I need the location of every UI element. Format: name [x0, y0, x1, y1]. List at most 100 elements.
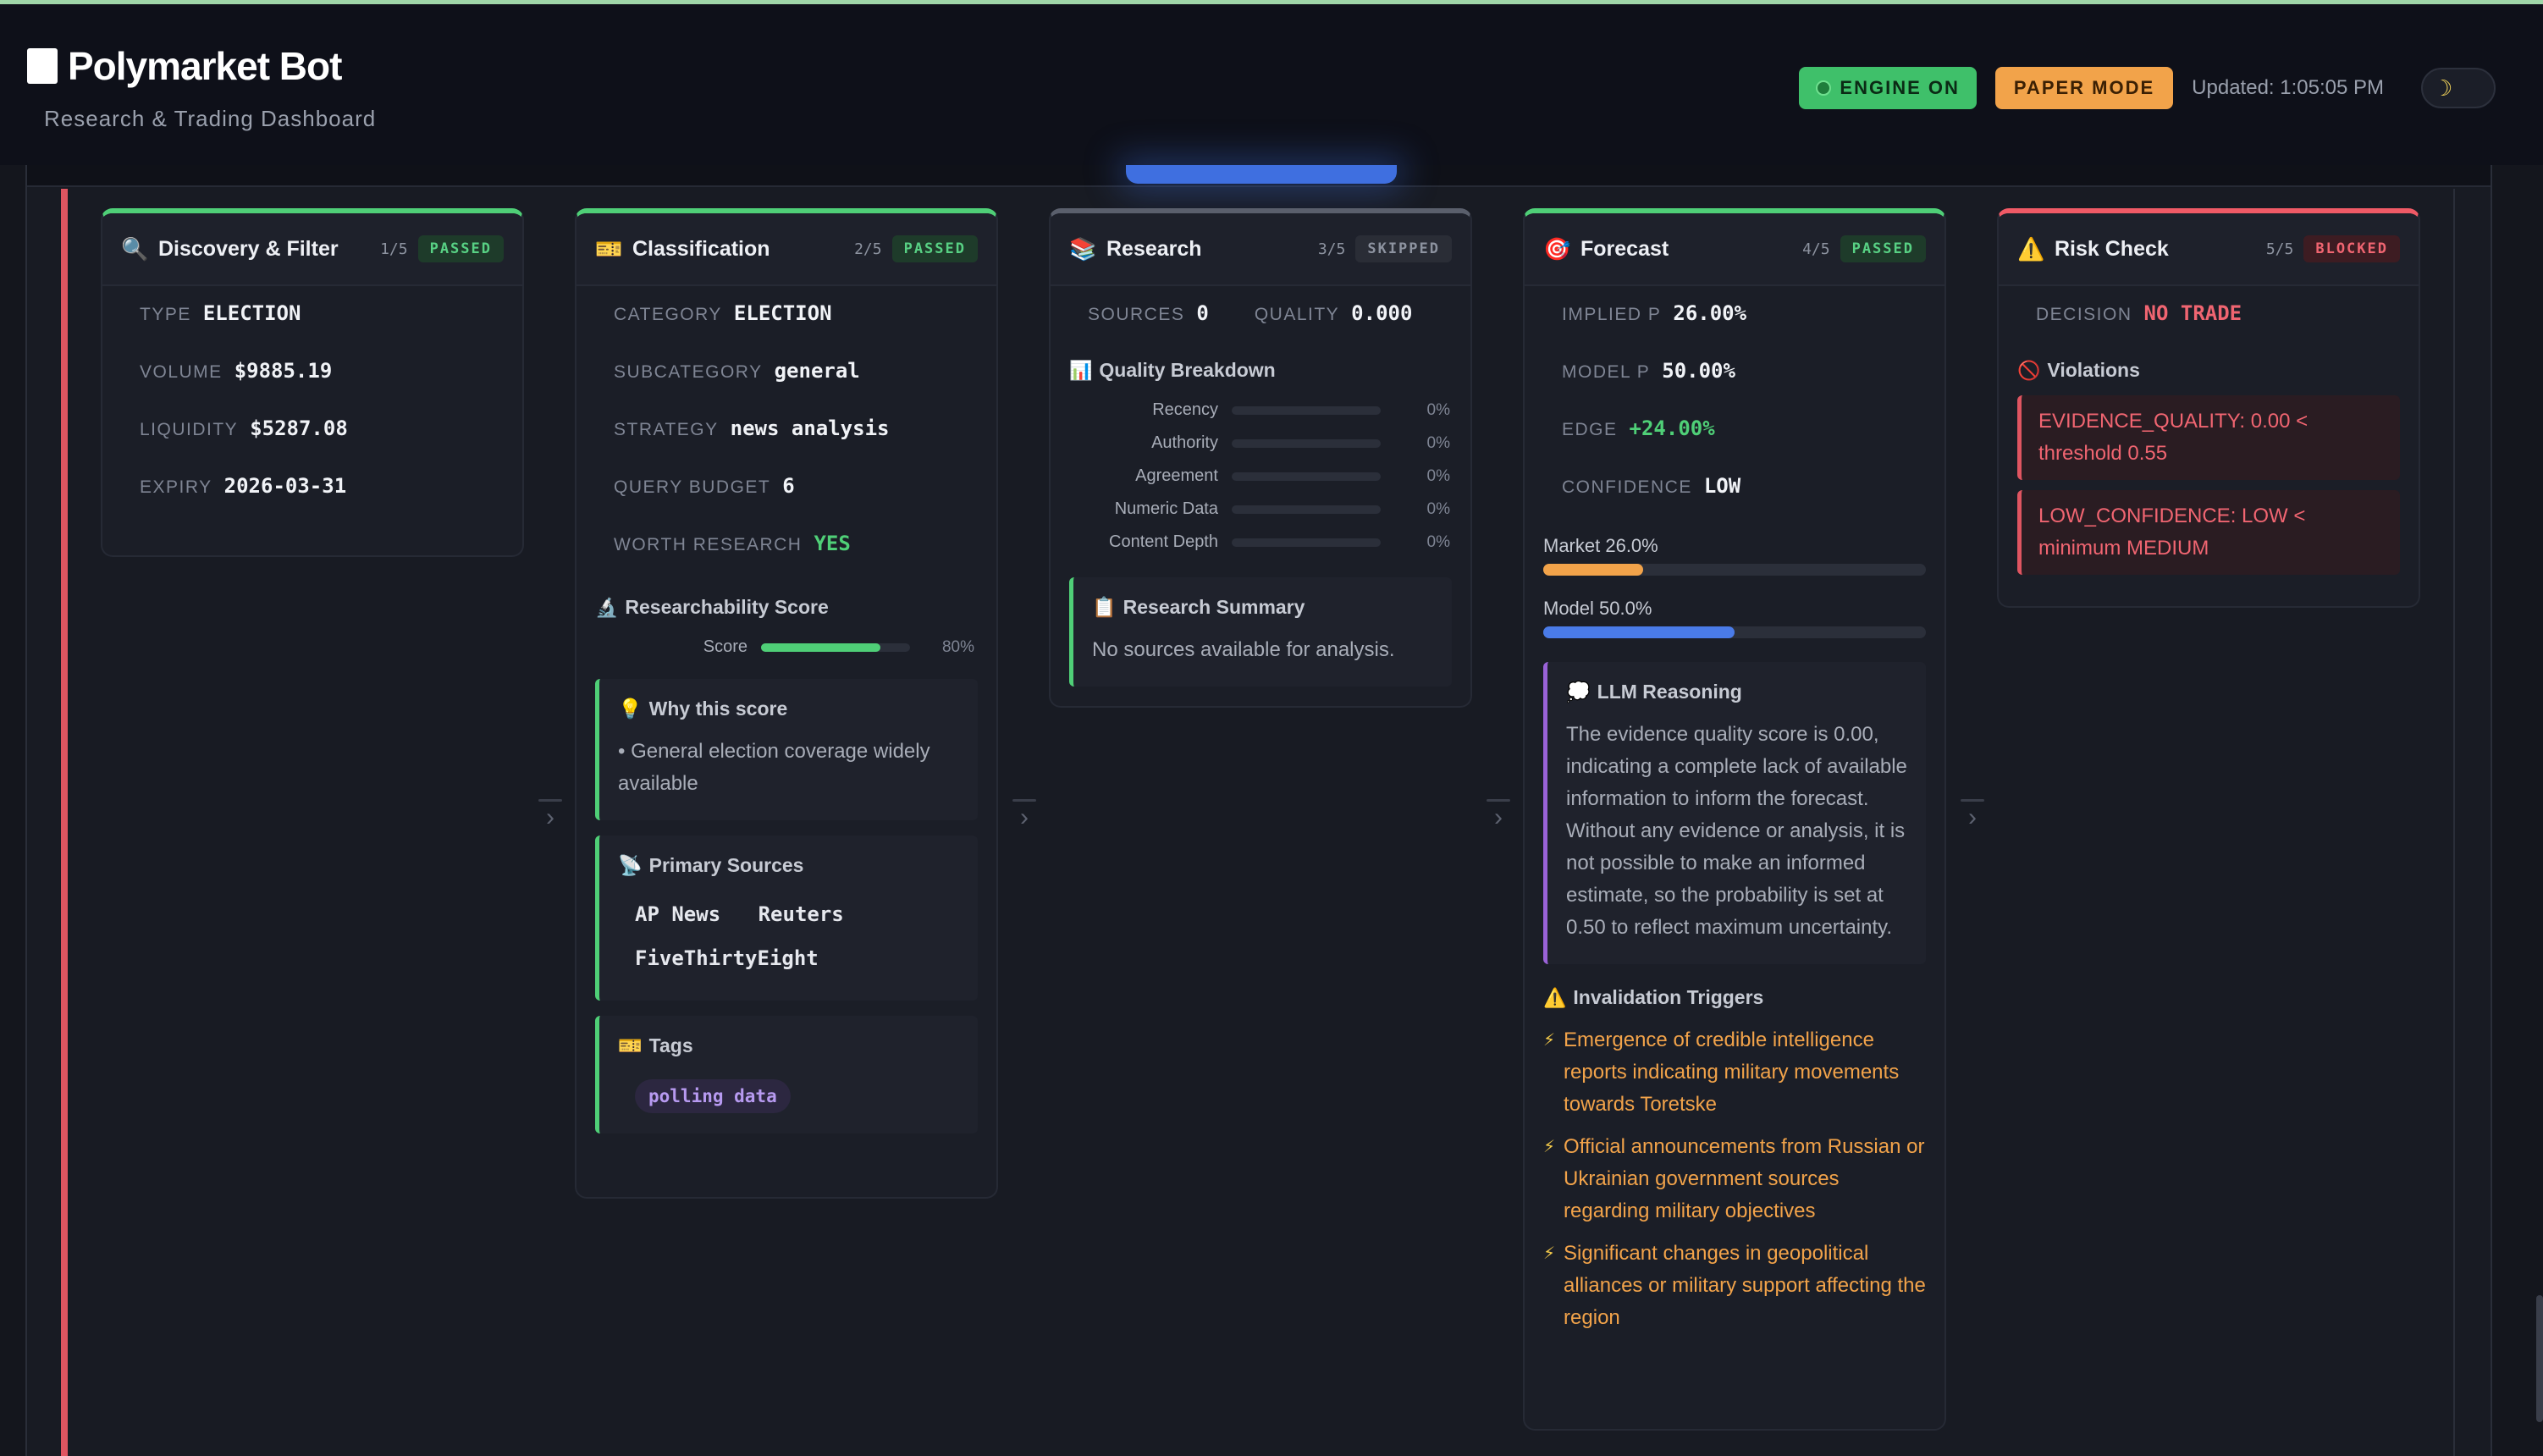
status-badge: BLOCKED [2303, 235, 2400, 262]
field-row: SOURCES 0 QUALITY 0.000 [1069, 301, 1452, 359]
callout-title: 💭 LLM Reasoning [1566, 681, 1907, 703]
engine-status-badge[interactable]: ENGINE ON [1799, 67, 1977, 109]
bar-track [761, 643, 910, 652]
field-value: 26.00% [1673, 301, 1747, 325]
field-value: 0 [1196, 301, 1209, 325]
stage-title: Research [1106, 236, 1202, 261]
active-tab-indicator[interactable] [1126, 165, 1397, 184]
field-label: EXPIRY [140, 477, 212, 497]
callout-title-text: Tags [648, 1034, 693, 1056]
model-prob-track [1543, 626, 1926, 638]
stage-classification-card[interactable]: 🎫 Classification 2/5 PASSED CATEGORY ELEC… [575, 208, 998, 1199]
lightning-icon: ⚡ [1543, 1138, 1556, 1156]
llm-reasoning-text: The evidence quality score is 0.00, indi… [1566, 723, 1907, 939]
paper-mode-badge[interactable]: PAPER MODE [1994, 67, 2174, 109]
app-header: Polymarket Bot Research & Trading Dashbo… [0, 4, 2543, 165]
thought-bubble-icon: 💭 [1566, 681, 1591, 703]
field-row: TYPE ELECTION [121, 301, 504, 359]
bar-label: Numeric Data [1114, 499, 1218, 518]
decision-value: NO TRADE [2143, 301, 2242, 325]
field-value: ELECTION [202, 301, 301, 325]
quality-breakdown-list: Recency 0% Authority 0% Agreement 0% Numeri… [1069, 394, 1452, 559]
field-label: QUERY BUDGET [614, 477, 771, 497]
section-title-text: Quality Breakdown [1099, 359, 1276, 381]
quality-bar-row: Agreement 0% [1069, 460, 1452, 493]
stage-step: 1/5 [380, 240, 408, 258]
field-label: TYPE [140, 305, 191, 324]
theme-toggle[interactable]: ☽ [2421, 68, 2496, 108]
field-value: 0.000 [1351, 301, 1413, 325]
stage-forecast-card[interactable]: 🎯 Forecast 4/5 PASSED IMPLIED P 26.00% MO… [1523, 208, 1946, 1431]
stage-step: 4/5 [1802, 240, 1830, 258]
tag-chip[interactable]: polling data [635, 1079, 791, 1113]
trigger-item: ⚡ Significant changes in geopolitical all… [1543, 1238, 1926, 1334]
field-row: LIQUIDITY $5287.08 [121, 416, 504, 474]
trigger-text: Official announcements from Russian or U… [1564, 1135, 1925, 1222]
quality-bar-row: Content Depth 0% [1069, 526, 1452, 559]
callout-title-text: Why this score [648, 698, 788, 720]
field-row: WORTH RESEARCH YES [595, 532, 978, 589]
tag-icon: 🎫 [618, 1034, 643, 1056]
violation-item: EVIDENCE_QUALITY: 0.00 < threshold 0.55 [2017, 395, 2400, 480]
field-row: QUERY BUDGET 6 [595, 474, 978, 532]
violations-title: 🚫 Violations [2017, 359, 2400, 382]
stage-research-card[interactable]: 📚 Research 3/5 SKIPPED SOURCES 0 QUALITY… [1049, 208, 1472, 708]
stage-step: 5/5 [2265, 240, 2294, 258]
market-prob-track [1543, 564, 1926, 576]
bar-chart-icon: 📊 [1069, 359, 1093, 381]
field-value: YES [814, 532, 851, 555]
bar-label: Authority [1151, 433, 1218, 452]
field-value: 2026-03-31 [223, 474, 347, 498]
model-prob-label: Model 50.0% [1543, 598, 1652, 619]
field-value: 50.00% [1662, 359, 1735, 383]
bar-track [1232, 472, 1381, 481]
research-summary-text: No sources available for analysis. [1092, 638, 1395, 661]
lightning-icon: ⚡ [1543, 1031, 1556, 1050]
field-label: QUALITY [1254, 305, 1340, 324]
bar-track [1232, 538, 1381, 547]
field-label: CONFIDENCE [1562, 477, 1692, 497]
bar-fill [761, 643, 880, 652]
stage-header: 🎯 Forecast 4/5 PASSED [1525, 213, 1944, 286]
header-status: ENGINE ON PAPER MODE Updated: 1:05:05 PM… [1799, 67, 2496, 109]
trigger-text: Emergence of credible intelligence repor… [1564, 1029, 1900, 1116]
status-badge: SKIPPED [1355, 235, 1452, 262]
callout-title: 💡 Why this score [618, 698, 959, 720]
llm-reasoning-callout: 💭 LLM Reasoning The evidence quality sco… [1543, 662, 1926, 964]
source-chip: FiveThirtyEight [635, 946, 819, 970]
callout-title: 🎫 Tags [618, 1034, 959, 1057]
research-summary-callout: 📋 Research Summary No sources available … [1069, 577, 1452, 687]
quality-bar-row: Authority 0% [1069, 427, 1452, 460]
bar-label: Agreement [1135, 466, 1218, 485]
satellite-icon: 📡 [618, 854, 643, 876]
clipboard-icon: 📋 [1092, 596, 1117, 618]
callout-title-text: LLM Reasoning [1597, 681, 1742, 703]
blocked-status-rail [61, 189, 68, 1456]
stage-header: ⚠️ Risk Check 5/5 BLOCKED [1999, 213, 2419, 286]
callout-title-text: Primary Sources [648, 854, 804, 876]
field-row: IMPLIED P 26.00% [1543, 301, 1926, 359]
target-icon: 🎯 [1543, 235, 1571, 262]
field-value: 6 [782, 474, 795, 498]
section-title-text: Violations [2047, 359, 2140, 381]
bar-label: Score [703, 637, 747, 656]
lightning-icon: ⚡ [1543, 1244, 1556, 1263]
field-label: SUBCATEGORY [614, 362, 763, 382]
app-subtitle: Research & Trading Dashboard [44, 106, 377, 131]
stage-header: 🎫 Classification 2/5 PASSED [576, 213, 996, 286]
bar-value: 0% [1426, 400, 1450, 419]
field-value: general [774, 359, 860, 383]
field-row: CONFIDENCE LOW [1543, 474, 1926, 532]
stage-risk-card[interactable]: ⚠️ Risk Check 5/5 BLOCKED DECISION NO TR… [1997, 208, 2420, 608]
field-row: VOLUME $9885.19 [121, 359, 504, 416]
stage-discovery-card[interactable]: 🔍 Discovery & Filter 1/5 PASSED TYPE ELEC… [101, 208, 524, 557]
source-chip: AP News [635, 902, 721, 926]
field-label: CATEGORY [614, 305, 722, 324]
stage-step: 2/5 [854, 240, 882, 258]
page-scrollbar[interactable] [2536, 1295, 2543, 1422]
callout-title-text: Research Summary [1123, 596, 1305, 618]
warning-icon: ⚠️ [1543, 986, 1567, 1008]
quality-bar-row: Recency 0% [1069, 394, 1452, 427]
market-prob-fill [1543, 564, 1643, 576]
microscope-icon: 🔬 [595, 596, 619, 618]
